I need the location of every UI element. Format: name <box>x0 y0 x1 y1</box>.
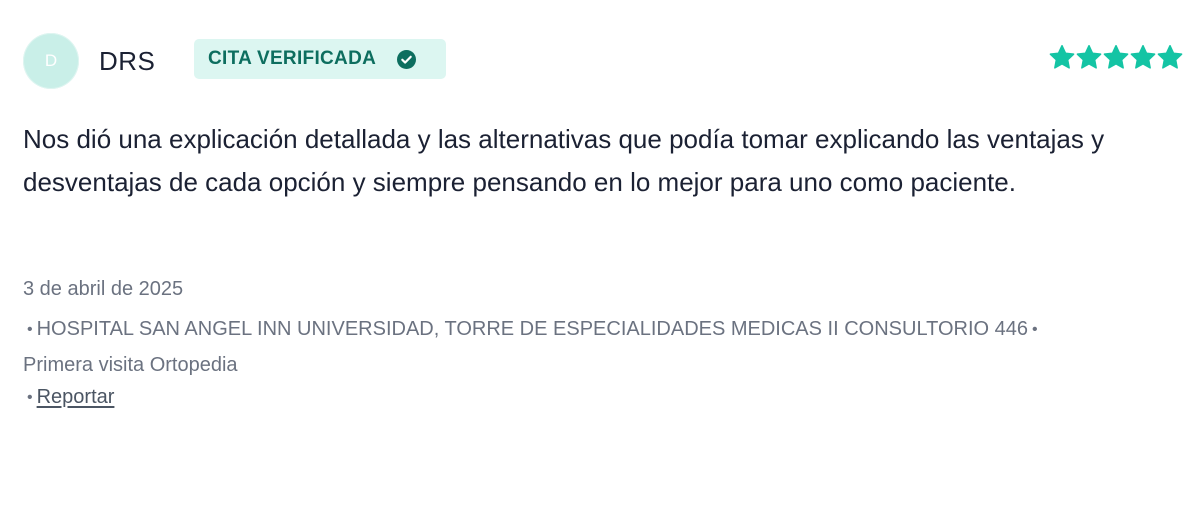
report-row: • Reportar <box>23 386 114 409</box>
star-icon <box>1103 44 1129 69</box>
bullet-separator: • <box>27 321 33 338</box>
verified-badge: CITA VERIFICADA <box>194 39 446 79</box>
review-comment: Nos dió una explicación detallada y las … <box>23 124 1105 197</box>
review-meta: • HOSPITAL SAN ANGEL INN UNIVERSIDAD, TOR… <box>23 312 1183 382</box>
star-icon <box>1076 44 1102 69</box>
star-rating <box>1049 44 1183 70</box>
location-text: HOSPITAL SAN ANGEL INN UNIVERSIDAD, TORR… <box>36 318 1028 340</box>
bullet-separator: • <box>27 389 33 406</box>
avatar-initial: D <box>44 51 58 70</box>
review-card: D DRS CITA VERIFICADA Nos dió una explic… <box>0 0 1200 515</box>
star-icon <box>1157 44 1183 69</box>
visit-type-text: Primera visita Ortopedia <box>23 354 238 376</box>
star-icon <box>1049 44 1075 69</box>
review-date: 3 de abril de 2025 <box>23 278 184 300</box>
verified-badge-label: CITA VERIFICADA <box>208 48 377 69</box>
bullet-separator: • <box>1031 321 1038 338</box>
check-circle-icon <box>397 49 417 69</box>
author-name: DRS <box>99 46 156 76</box>
report-link[interactable]: Reportar <box>37 386 115 408</box>
avatar: D <box>23 33 79 89</box>
star-icon <box>1130 44 1156 69</box>
